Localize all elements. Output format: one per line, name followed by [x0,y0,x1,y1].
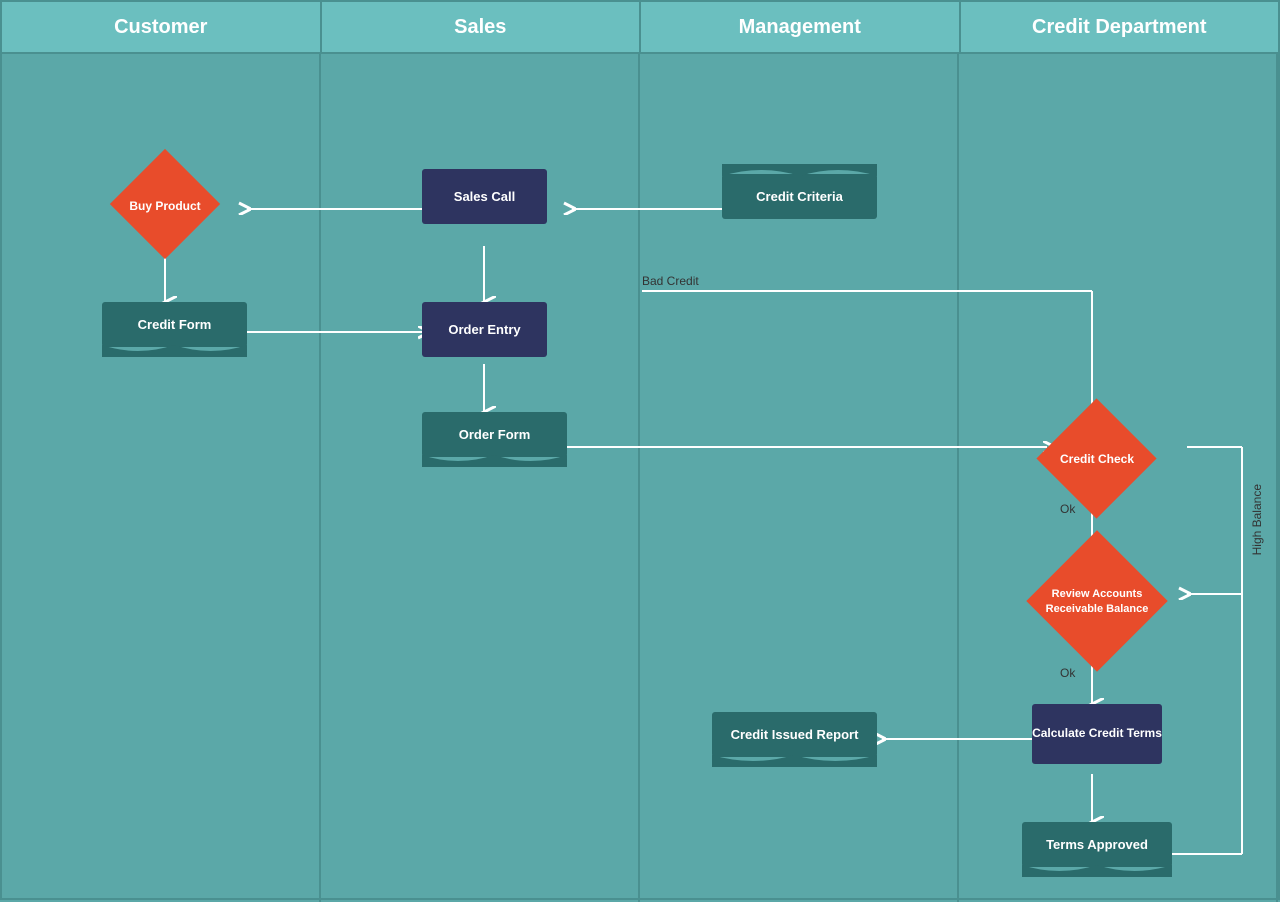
bad-credit-label: Bad Credit [642,274,699,288]
high-balance-label: High Balance [1250,484,1264,555]
ok-label-2: Ok [1060,666,1075,680]
buy-product-label: Buy Product [129,199,200,213]
buy-product-diamond: Buy Product [110,159,220,254]
credit-check-label: Credit Check [1060,452,1134,466]
credit-criteria-ribbon: Credit Criteria [722,174,877,219]
ok-label-1: Ok [1060,502,1075,516]
calculate-credit-rect: Calculate Credit Terms [1032,704,1162,764]
lane-header-customer: Customer [2,2,322,52]
credit-check-diamond: Credit Check [1032,409,1162,509]
review-ar-diamond: Review Accounts Receivable Balance [1022,544,1172,659]
sales-call-rect: Sales Call [422,169,547,224]
lane-header-sales: Sales [322,2,642,52]
order-entry-rect: Order Entry [422,302,547,357]
lanes-body: Buy Product Credit Form Sales Call Order… [2,54,1278,902]
review-ar-label: Review Accounts Receivable Balance [1022,587,1172,616]
lane-header-management: Management [641,2,961,52]
lane-header-credit: Credit Department [961,2,1279,52]
lanes-header: Customer Sales Management Credit Departm… [2,2,1278,54]
order-form-ribbon: Order Form [422,412,567,457]
terms-approved-ribbon: Terms Approved [1022,822,1172,867]
credit-issued-report-ribbon: Credit Issued Report [712,712,877,757]
credit-form-ribbon: Credit Form [102,302,247,347]
diagram: Customer Sales Management Credit Departm… [0,0,1280,900]
